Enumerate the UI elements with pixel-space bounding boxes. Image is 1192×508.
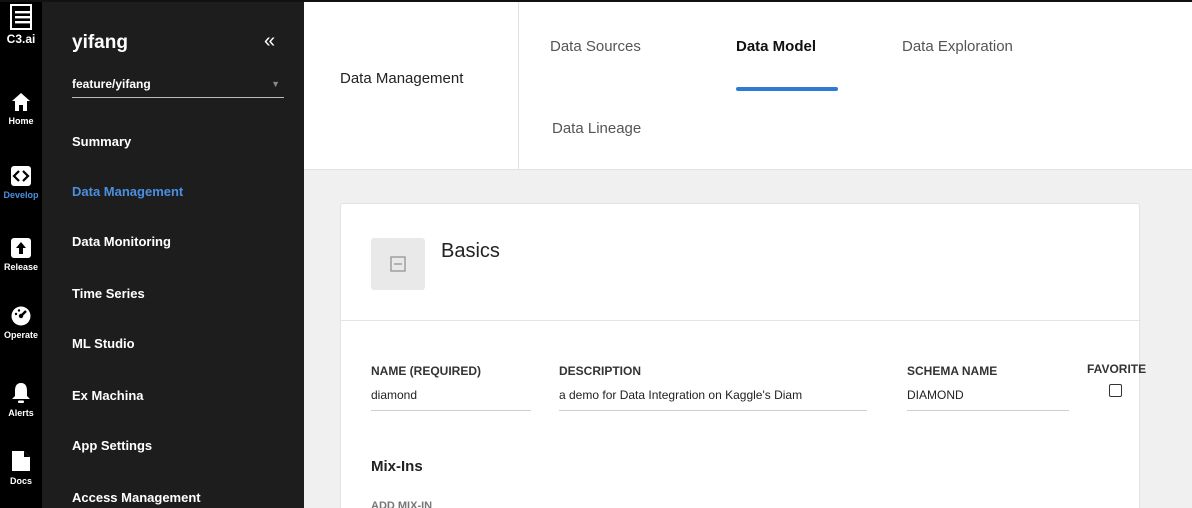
- name-label: NAME (REQUIRED): [371, 364, 481, 378]
- icon-rail: C3.ai Home Develop Release Operate Alert…: [0, 2, 42, 508]
- sidebar: yifang « feature/yifang ▼ Summary Data M…: [42, 2, 304, 508]
- card-divider: [341, 320, 1141, 321]
- document-icon: [12, 451, 30, 471]
- rail-label: Alerts: [8, 408, 34, 418]
- description-label: DESCRIPTION: [559, 364, 642, 378]
- tab-data-model[interactable]: Data Model: [736, 38, 816, 55]
- home-icon: [12, 93, 30, 111]
- description-field[interactable]: a demo for Data Integration on Kaggle's …: [559, 388, 867, 411]
- c3-logo[interactable]: C3.ai: [0, 4, 42, 46]
- gauge-icon: [11, 306, 31, 326]
- rail-label: Operate: [3, 330, 38, 340]
- name-field[interactable]: diamond: [371, 388, 531, 411]
- rail-label: Docs: [9, 476, 32, 486]
- sidebar-item-ex-machina[interactable]: Ex Machina: [72, 388, 144, 403]
- rail-label: Develop: [3, 190, 39, 200]
- c3-logo-icon: [10, 4, 32, 30]
- rail-item-release[interactable]: Release: [0, 238, 42, 272]
- collapse-square-icon: [390, 256, 406, 272]
- sidebar-item-time-series[interactable]: Time Series: [72, 286, 145, 301]
- sidebar-item-app-settings[interactable]: App Settings: [72, 438, 152, 453]
- collapse-sidebar-icon[interactable]: «: [264, 30, 275, 53]
- logo-label: C3.ai: [6, 32, 36, 46]
- branch-value: feature/yifang: [72, 77, 151, 91]
- rail-item-home[interactable]: Home: [0, 92, 42, 126]
- section-header: Data Management Data Sources Data Model …: [304, 2, 1192, 170]
- tab-data-sources[interactable]: Data Sources: [550, 38, 641, 55]
- workspace-title: yifang: [72, 32, 128, 53]
- content-area: Basics NAME (REQUIRED) diamond DESCRIPTI…: [304, 170, 1192, 508]
- code-icon: [11, 166, 31, 186]
- caret-down-icon: ▼: [271, 79, 280, 89]
- sidebar-item-data-monitoring[interactable]: Data Monitoring: [72, 234, 171, 249]
- mixins-title: Mix-Ins: [371, 458, 423, 475]
- rail-item-operate[interactable]: Operate: [0, 306, 42, 340]
- basics-card: Basics NAME (REQUIRED) diamond DESCRIPTI…: [340, 203, 1146, 508]
- schema-name-label: SCHEMA NAME: [907, 364, 998, 378]
- sidebar-item-ml-studio[interactable]: ML Studio: [72, 336, 135, 351]
- tab-data-exploration[interactable]: Data Exploration: [902, 38, 1013, 55]
- card-title: Basics: [441, 240, 500, 262]
- header-divider: [518, 2, 519, 170]
- sidebar-item-data-management[interactable]: Data Management: [72, 184, 183, 199]
- favorite-checkbox[interactable]: [1109, 384, 1122, 397]
- schema-name-field[interactable]: DIAMOND: [907, 388, 1069, 411]
- add-mixin-label: ADD MIX-IN: [371, 500, 433, 508]
- upload-icon: [11, 238, 31, 258]
- tab-data-lineage[interactable]: Data Lineage: [552, 120, 641, 137]
- bell-icon: [12, 383, 30, 403]
- collapse-section-button[interactable]: [371, 238, 425, 290]
- rail-item-develop[interactable]: Develop: [0, 166, 42, 200]
- favorite-label: FAVORITE: [1087, 362, 1147, 376]
- rail-item-alerts[interactable]: Alerts: [0, 382, 42, 418]
- rail-label: Home: [8, 116, 34, 126]
- app-frame: C3.ai Home Develop Release Operate Alert…: [0, 0, 1192, 508]
- rail-label: Release: [3, 262, 39, 272]
- section-title: Data Management: [340, 70, 464, 87]
- sidebar-item-access-management[interactable]: Access Management: [72, 490, 201, 505]
- sidebar-item-summary[interactable]: Summary: [72, 134, 131, 149]
- rail-item-docs[interactable]: Docs: [0, 450, 42, 486]
- active-tab-indicator: [736, 87, 838, 91]
- branch-select[interactable]: feature/yifang ▼: [72, 68, 284, 98]
